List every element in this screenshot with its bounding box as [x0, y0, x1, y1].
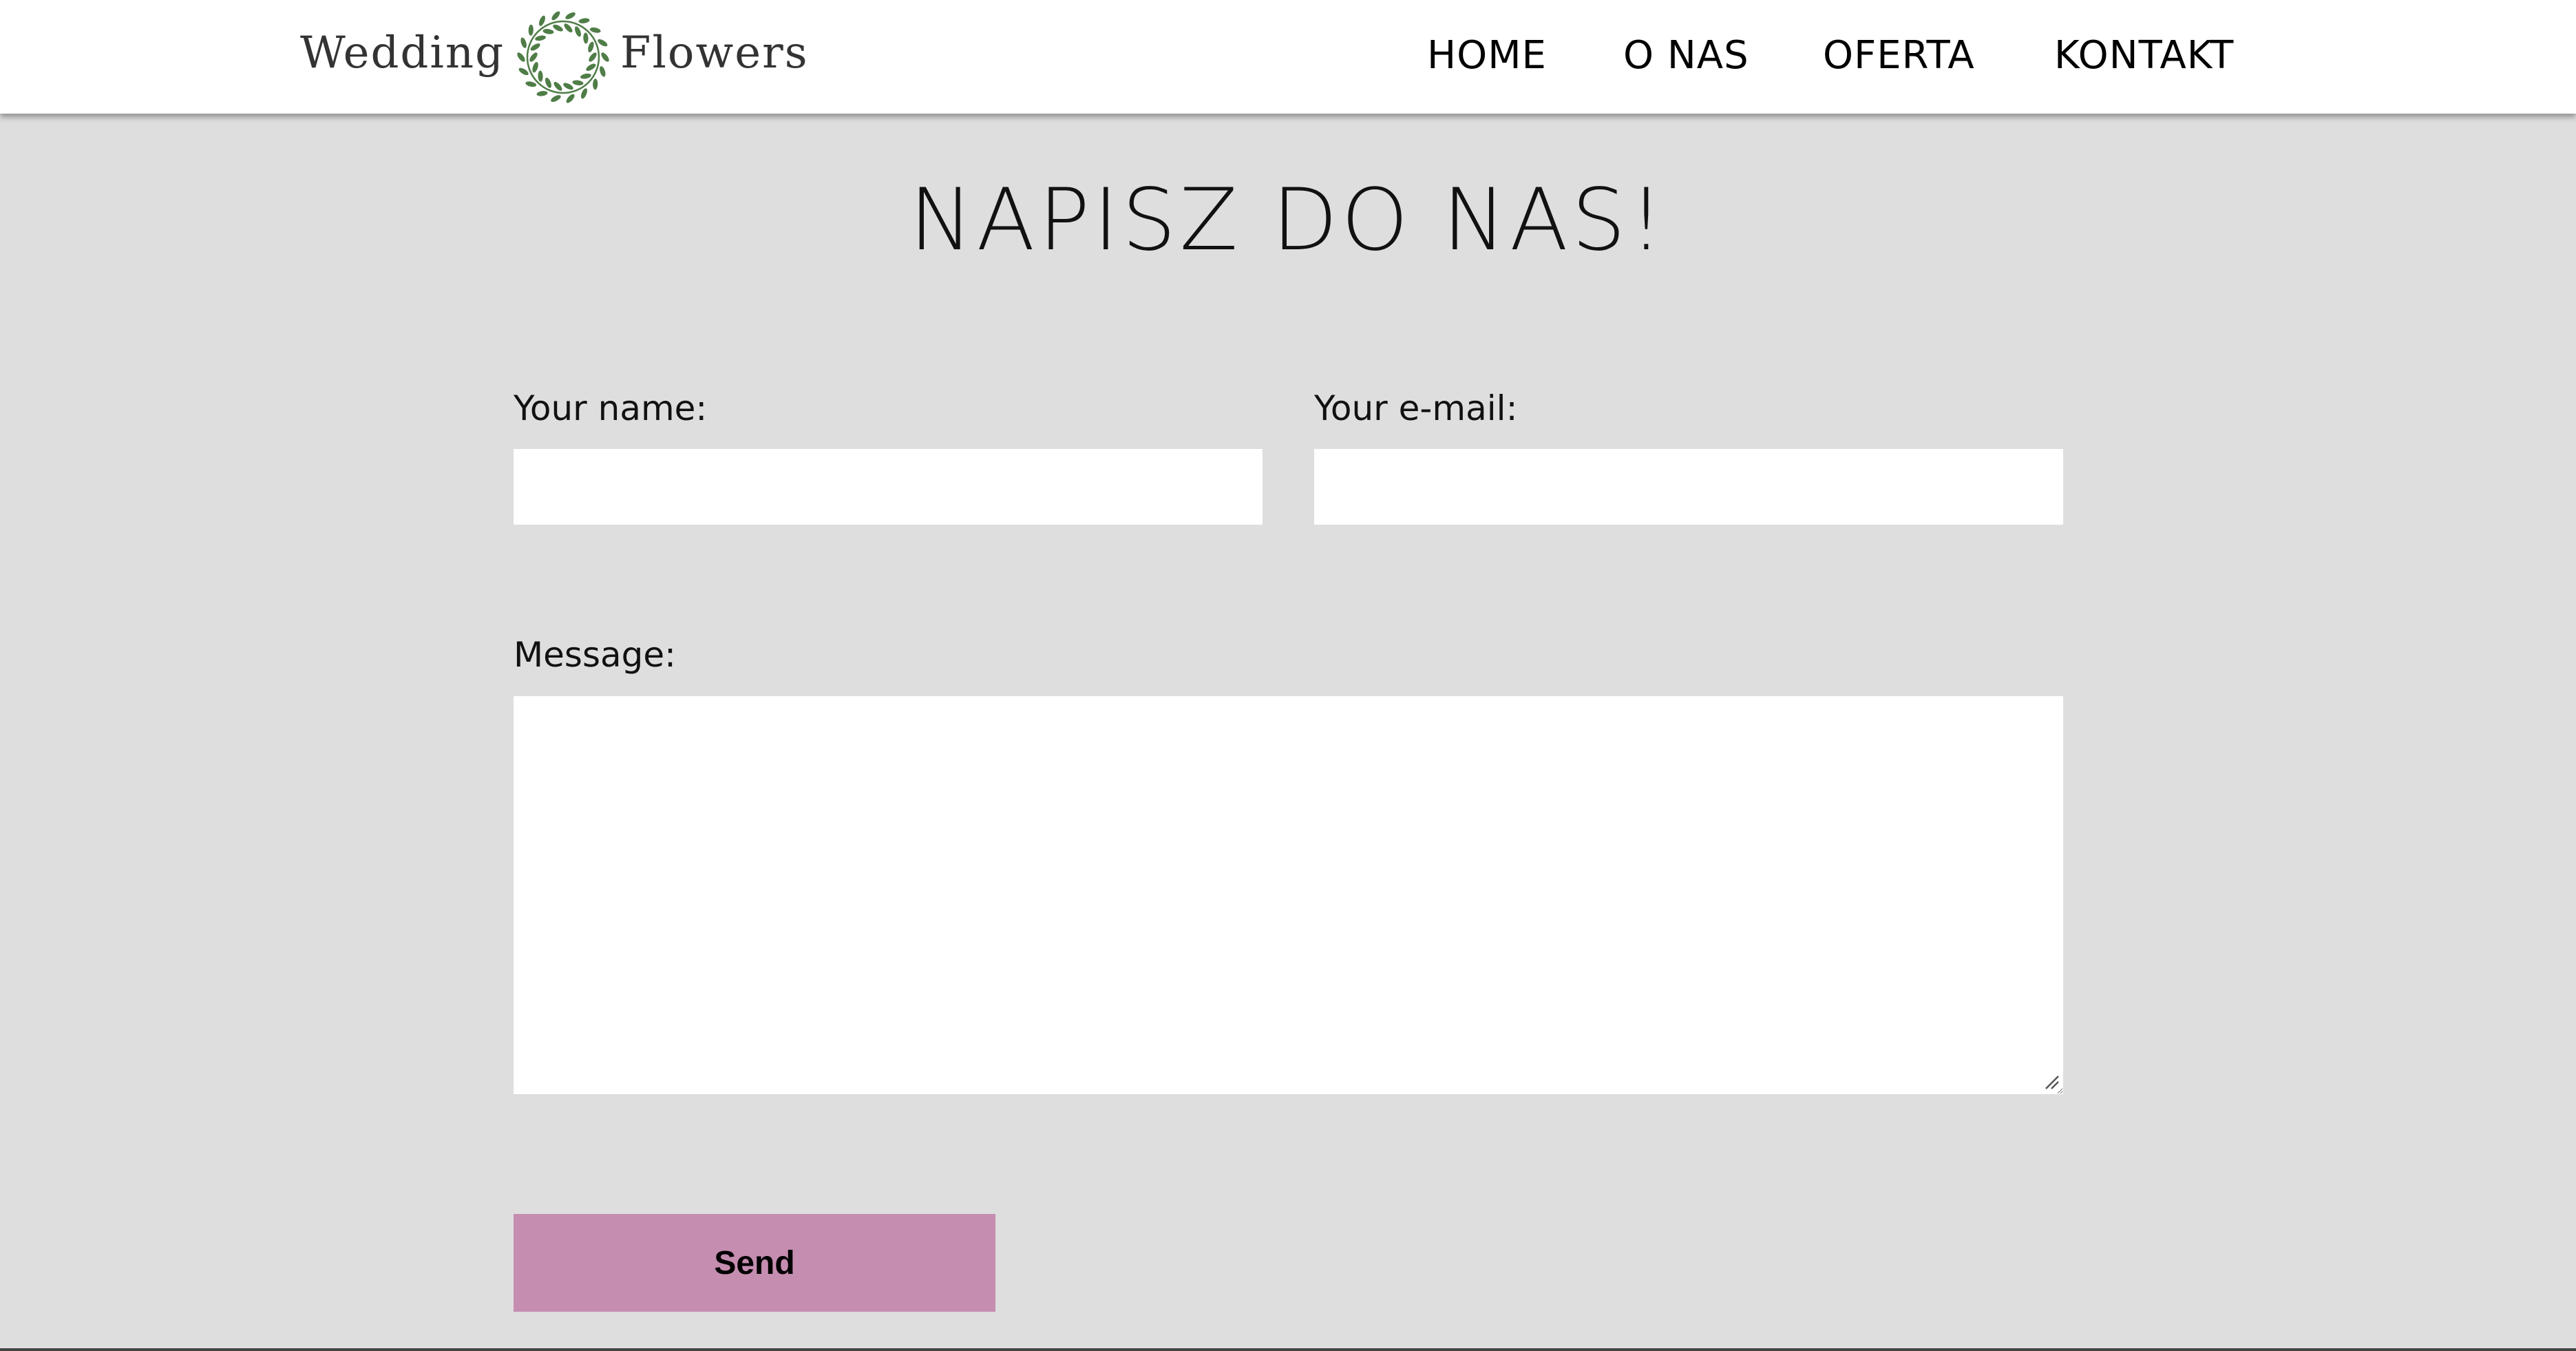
wreath-leaf — [553, 81, 562, 91]
wreath-leaf — [600, 65, 606, 77]
email-input[interactable] — [1314, 449, 2063, 525]
wreath-leaf — [545, 77, 552, 88]
logo[interactable]: Wedding Flowers — [300, 0, 809, 114]
wreath-leaf — [593, 78, 598, 90]
message-textarea[interactable] — [514, 696, 2063, 1094]
wreath-leaf — [536, 90, 548, 96]
site-header: Wedding Flowers HOME O NAS OFERTA KONTAK… — [0, 0, 2576, 114]
wreath-leaf — [586, 63, 596, 71]
wreath-leaf — [563, 82, 573, 90]
wreath-leaf — [589, 27, 601, 33]
nav-oferta[interactable]: OFERTA — [1823, 33, 1975, 78]
wreath-leaf — [530, 43, 540, 51]
wreath-leaf — [542, 28, 554, 34]
name-input[interactable] — [514, 449, 1263, 525]
wreath-leaf — [553, 24, 563, 32]
wreath-leaf — [583, 32, 589, 43]
wreath-leaf — [601, 52, 609, 62]
wreath-leaf — [566, 94, 575, 103]
logo-word-wedding: Wedding — [300, 27, 505, 78]
wreath-leaf — [551, 11, 560, 20]
wreath-leaf — [551, 94, 561, 102]
logo-word-flowers: Flowers — [620, 27, 809, 78]
wreath-leaf — [581, 87, 588, 98]
wreath-leaf — [572, 80, 584, 85]
bottom-divider — [0, 1348, 2576, 1351]
wreath-leaf — [517, 52, 525, 62]
wreath-leaf — [588, 41, 594, 52]
nav-o-nas[interactable]: O NAS — [1623, 33, 1749, 78]
wreath-leaf — [528, 24, 534, 36]
wreath-leaf — [538, 70, 543, 82]
wreath-leaf — [598, 39, 608, 46]
leaf-wreath-icon — [517, 11, 609, 103]
wreath-leaf — [535, 34, 546, 41]
name-label: Your name: — [514, 388, 708, 428]
wreath-leaf — [578, 17, 590, 23]
wreath-leaf — [532, 61, 538, 72]
wreath-leaf — [529, 52, 538, 62]
nav-kontakt[interactable]: KONTAKT — [2054, 33, 2234, 78]
nav-home[interactable]: HOME — [1427, 33, 1547, 78]
wreath-leaf — [575, 25, 582, 36]
wreath-leaf — [539, 15, 546, 26]
message-label: Message: — [514, 635, 676, 675]
wreath-leaf — [525, 81, 537, 87]
wreath-leaf — [518, 67, 529, 75]
page-title: NAPISZ DO NAS! — [909, 171, 1667, 270]
resize-grip-icon[interactable] — [2042, 1072, 2060, 1090]
wreath-leaf — [589, 52, 597, 62]
wreath-leaf — [580, 73, 591, 79]
wreath-leaf — [520, 36, 527, 48]
email-label: Your e-mail: — [1314, 388, 1518, 428]
send-button[interactable]: Send — [514, 1214, 995, 1312]
wreath-leaf — [565, 12, 576, 19]
wreath-leaf — [564, 23, 573, 32]
